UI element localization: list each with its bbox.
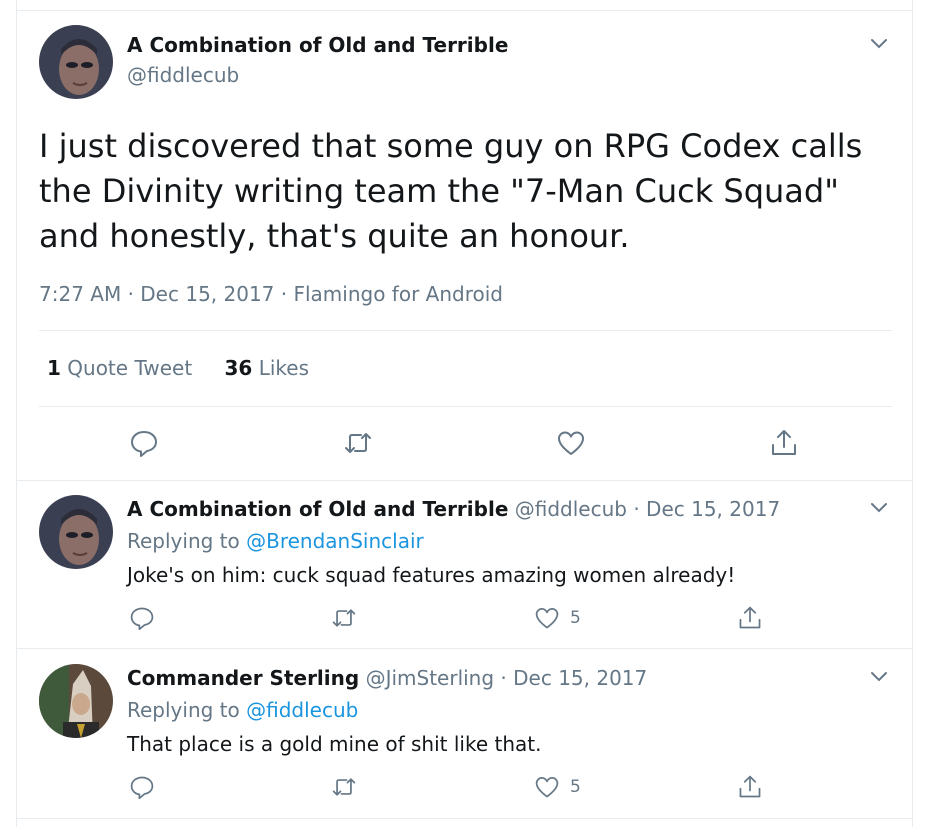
reply-button[interactable] <box>129 605 155 631</box>
avatar[interactable] <box>39 25 113 99</box>
divider <box>17 818 912 819</box>
quote-tweets-stat[interactable]: 1 Quote Tweet <box>47 356 192 380</box>
quote-count: 1 <box>47 356 61 380</box>
share-icon[interactable] <box>769 428 799 458</box>
mention-link[interactable]: @BrendanSinclair <box>246 529 424 553</box>
reply-icon <box>130 607 154 631</box>
display-name[interactable]: A Combination of Old and Terrible <box>127 33 508 57</box>
chevron-down-icon[interactable] <box>868 32 890 54</box>
retweet-icon[interactable] <box>343 428 373 458</box>
divider <box>39 330 892 331</box>
retweet-button[interactable] <box>331 605 357 631</box>
divider <box>39 406 892 407</box>
like-count: 36 <box>224 356 253 380</box>
handle[interactable]: @JimSterling <box>366 666 495 690</box>
divider <box>17 648 912 649</box>
retweet-icon <box>332 778 356 796</box>
tweet-stats: 1 Quote Tweet 36 Likes <box>47 356 309 380</box>
divider <box>17 480 912 481</box>
top-divider <box>17 10 912 11</box>
tweet-text: I just discovered that some guy on RPG C… <box>39 127 863 255</box>
replying-to: Replying to @fiddlecub <box>127 698 358 722</box>
share-button[interactable] <box>737 605 763 631</box>
share-icon <box>739 606 761 629</box>
like-button[interactable]: 5 <box>534 605 581 631</box>
share-button[interactable] <box>737 774 763 800</box>
reply-text: Joke's on him: cuck squad features amazi… <box>127 563 736 587</box>
display-name[interactable]: A Combination of Old and Terrible <box>127 497 508 521</box>
reply-date[interactable]: · Dec 15, 2017 <box>633 497 780 521</box>
like-count: 5 <box>570 777 581 797</box>
reply-date[interactable]: · Dec 15, 2017 <box>500 666 647 690</box>
tweet-timestamp[interactable]: 7:27 AM · Dec 15, 2017 · Flamingo for An… <box>39 282 503 306</box>
likes-label: Likes <box>258 356 310 380</box>
reply-text: That place is a gold mine of shit like t… <box>127 732 542 756</box>
tweet-thread: A Combination of Old and Terrible @fiddl… <box>16 0 913 827</box>
chevron-down-icon[interactable] <box>868 496 890 518</box>
reply-icon[interactable] <box>129 428 159 458</box>
heart-icon <box>535 608 559 629</box>
reply-icon <box>130 776 154 800</box>
retweet-button[interactable] <box>331 774 357 800</box>
replying-prefix: Replying to <box>127 529 240 553</box>
quote-label: Quote Tweet <box>67 356 193 380</box>
likes-stat[interactable]: 36 Likes <box>225 356 310 380</box>
handle[interactable]: @fiddlecub <box>127 63 239 87</box>
share-icon <box>739 775 761 798</box>
heart-icon[interactable] <box>556 428 586 458</box>
display-name[interactable]: Commander Sterling <box>127 666 359 690</box>
replying-to: Replying to @BrendanSinclair <box>127 529 424 553</box>
chevron-down-icon[interactable] <box>868 665 890 687</box>
retweet-icon <box>332 609 356 627</box>
like-button[interactable]: 5 <box>534 774 581 800</box>
avatar[interactable] <box>39 495 113 569</box>
like-count: 5 <box>570 608 581 628</box>
handle[interactable]: @fiddlecub <box>515 497 627 521</box>
reply-header: A Combination of Old and Terrible @fiddl… <box>127 497 780 521</box>
mention-link[interactable]: @fiddlecub <box>246 698 358 722</box>
heart-icon <box>535 777 559 798</box>
reply-header: Commander Sterling @JimSterling · Dec 15… <box>127 666 647 690</box>
avatar[interactable] <box>39 664 113 738</box>
reply-button[interactable] <box>129 774 155 800</box>
replying-prefix: Replying to <box>127 698 240 722</box>
